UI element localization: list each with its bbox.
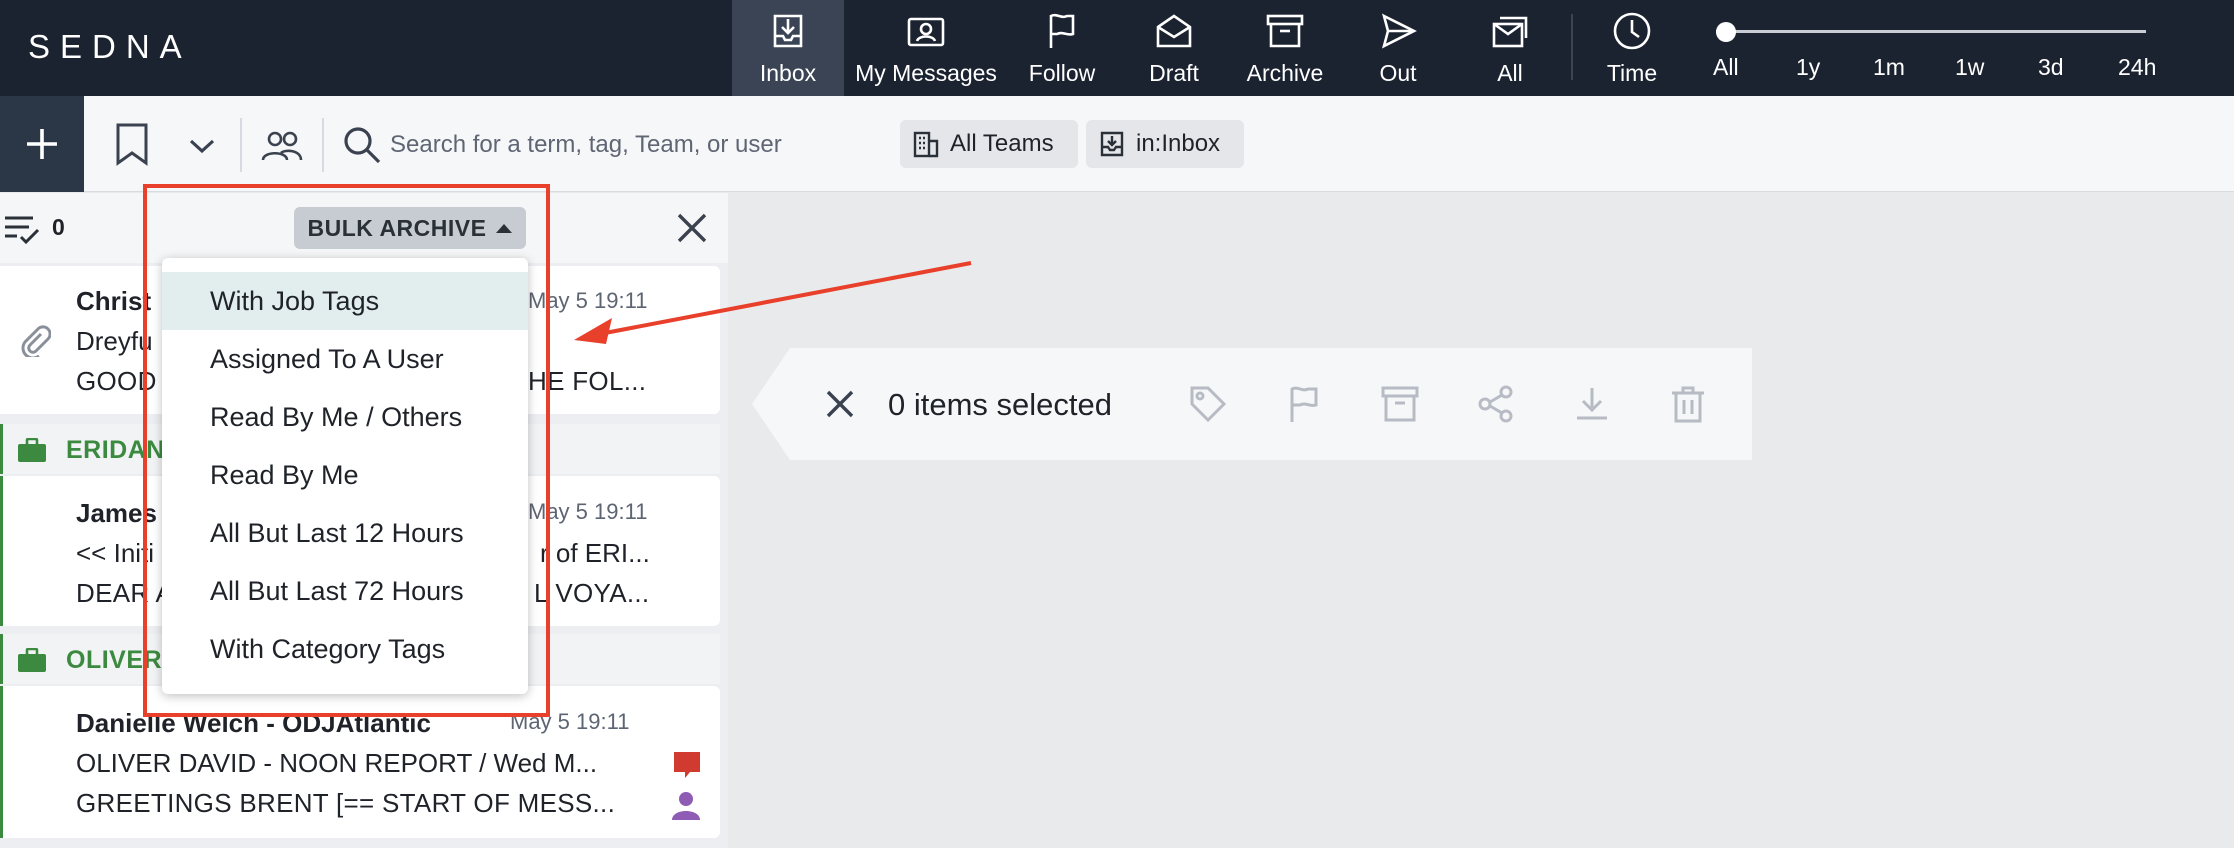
briefcase-icon (18, 648, 46, 672)
search-icon (344, 127, 381, 164)
nav-my-messages[interactable]: My Messages (846, 0, 1006, 96)
nav-inbox-label: Inbox (759, 60, 817, 86)
chevron-down-icon (189, 139, 215, 154)
building-icon (913, 131, 939, 158)
time-range-slider-handle[interactable] (1716, 22, 1736, 42)
plus-icon (27, 129, 57, 159)
message-sender: Christ (76, 286, 152, 316)
select-all-button[interactable] (2, 212, 42, 246)
clear-selection-button[interactable] (818, 382, 862, 426)
nav-follow-label: Follow (1028, 60, 1096, 86)
sedna-logo[interactable]: SEDNA (28, 28, 192, 66)
nav-all[interactable]: All (1464, 0, 1556, 96)
team-filter-button[interactable] (258, 124, 306, 168)
share-icon (1478, 385, 1513, 423)
toolbar-separator (240, 118, 242, 172)
all-teams-chip[interactable]: All Teams (900, 120, 1078, 168)
user-icon (672, 792, 700, 820)
selection-count-text: 0 items selected (888, 387, 1112, 422)
compose-button[interactable] (0, 96, 84, 192)
checklist-icon (5, 216, 40, 245)
selection-bar-pointer (752, 348, 790, 460)
range-24h[interactable]: 24h (2118, 54, 2156, 81)
message-subject: OLIVER DAVID - NOON REPORT / Wed M... (76, 748, 598, 778)
inbox-icon (1100, 131, 1124, 157)
nav-draft-label: Draft (1149, 60, 1199, 86)
in-inbox-chip[interactable]: in:Inbox (1086, 120, 1244, 168)
archive-box-icon (1381, 386, 1419, 422)
bookmark-icon (116, 123, 148, 166)
nav-archive[interactable]: Archive (1236, 0, 1334, 96)
tag-icon (1190, 386, 1227, 423)
range-3d[interactable]: 3d (2038, 54, 2064, 81)
nav-time[interactable]: Time (1586, 0, 1678, 96)
flag-icon (1049, 13, 1075, 48)
bookmark-menu-button[interactable] (184, 128, 220, 164)
close-icon (826, 390, 854, 418)
annotation-highlight-box (143, 184, 550, 717)
envelope-open-icon (1156, 14, 1192, 48)
paper-plane-icon (1382, 13, 1417, 49)
selected-count: 0 (52, 214, 65, 240)
range-1m[interactable]: 1m (1873, 54, 1905, 81)
range-all[interactable]: All (1713, 54, 1739, 81)
toolbar-separator (322, 118, 324, 172)
inbox-icon (773, 14, 803, 48)
message-preview-tail: L VOYA... (534, 578, 650, 608)
search-button[interactable] (340, 122, 384, 168)
top-navigation (0, 0, 2234, 96)
archive-box-icon (1266, 14, 1304, 48)
nav-draft[interactable]: Draft (1128, 0, 1220, 96)
briefcase-icon (18, 438, 46, 462)
nav-all-label: All (1497, 60, 1523, 86)
archive-selected-button[interactable] (1378, 382, 1422, 426)
delete-selected-button[interactable] (1666, 382, 1710, 426)
nav-divider (1571, 14, 1573, 80)
share-selected-button[interactable] (1474, 382, 1518, 426)
nav-out[interactable]: Out (1352, 0, 1444, 96)
id-card-icon (907, 17, 945, 47)
message-subject-tail: r of ERI... (540, 538, 650, 568)
nav-my-messages-label: My Messages (855, 60, 997, 86)
nav-inbox[interactable]: Inbox (732, 0, 844, 96)
clock-icon (1613, 12, 1651, 50)
message-subject: Dreyfu (76, 326, 153, 356)
trash-icon (1672, 386, 1704, 423)
close-icon (677, 213, 707, 243)
nav-archive-label: Archive (1246, 60, 1324, 86)
in-inbox-chip-label: in:Inbox (1136, 130, 1221, 157)
nav-follow[interactable]: Follow (1016, 0, 1108, 96)
download-icon (1577, 388, 1607, 420)
flag-selected-button[interactable] (1282, 382, 1326, 426)
paperclip-icon (21, 325, 51, 357)
range-1w[interactable]: 1w (1955, 54, 1984, 81)
download-selected-button[interactable] (1570, 382, 1614, 426)
close-list-button[interactable] (675, 211, 709, 250)
nav-time-label: Time (1606, 60, 1658, 86)
message-preview: GREETINGS BRENT [== START OF MESS... (76, 788, 616, 818)
flag-icon (1290, 386, 1318, 422)
attachment-indicator (16, 322, 52, 358)
time-range-slider-track[interactable] (1716, 30, 2146, 33)
tag-selected-button[interactable] (1186, 382, 1230, 426)
all-teams-chip-label: All Teams (950, 130, 1054, 157)
bookmark-button[interactable] (110, 118, 154, 170)
nav-out-label: Out (1379, 60, 1417, 86)
envelopes-icon (1492, 16, 1528, 48)
search-input[interactable] (390, 122, 870, 168)
comment-icon (674, 752, 700, 778)
annotation-arrow (574, 261, 972, 344)
users-icon (261, 131, 303, 161)
range-1y[interactable]: 1y (1796, 54, 1820, 81)
